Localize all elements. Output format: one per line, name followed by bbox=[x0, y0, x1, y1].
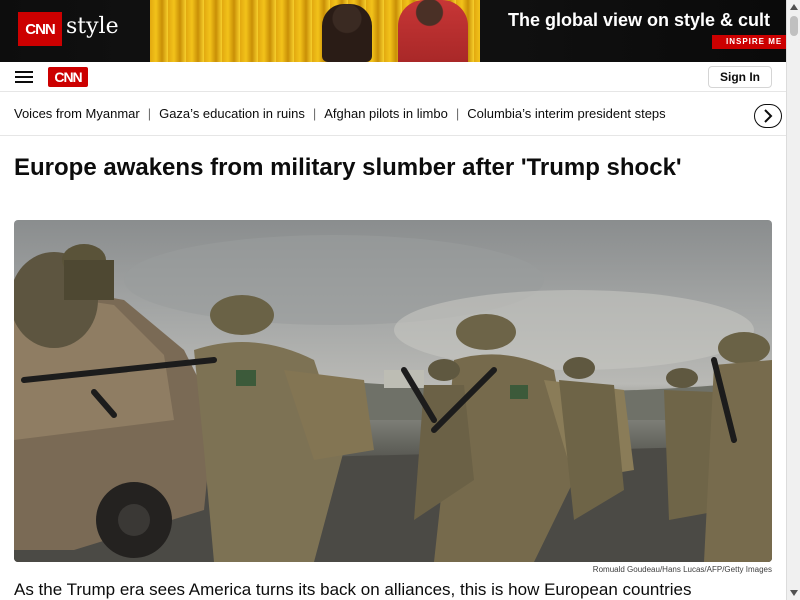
trending-item[interactable]: Afghan pilots in limbo bbox=[324, 106, 448, 121]
chevron-right-icon bbox=[764, 109, 773, 123]
trending-separator: | bbox=[455, 106, 460, 121]
page: CNN style The global view on style & cul… bbox=[0, 0, 800, 600]
article-subhead: As the Trump era sees America turns its … bbox=[14, 580, 692, 599]
trending-separator: | bbox=[312, 106, 317, 121]
trending-item[interactable]: Columbia’s interim president steps bbox=[467, 106, 665, 121]
arrow-down-icon[interactable] bbox=[787, 586, 800, 600]
image-credit: Romuald Goudeau/Hans Lucas/AFP/Getty Ima… bbox=[592, 565, 772, 574]
hamburger-line bbox=[15, 81, 33, 83]
ad-model-image bbox=[322, 4, 372, 62]
site-header: CNN Sign In bbox=[0, 62, 786, 92]
cnn-logo[interactable]: CNN bbox=[48, 67, 88, 87]
soldiers-photo bbox=[14, 235, 772, 562]
ad-banner[interactable]: CNN style The global view on style & cul… bbox=[0, 0, 786, 62]
page-scrollbar[interactable] bbox=[786, 0, 800, 600]
arrow-down-glyph bbox=[790, 590, 798, 596]
trending-item[interactable]: Voices from Myanmar bbox=[14, 106, 140, 121]
ad-style-wordmark: style bbox=[66, 14, 119, 39]
ad-cnn-logo: CNN bbox=[18, 12, 62, 46]
trending-list: Voices from Myanmar | Gaza’s education in … bbox=[14, 106, 744, 121]
hamburger-icon[interactable] bbox=[15, 71, 33, 83]
article-hero-image[interactable] bbox=[14, 220, 772, 562]
trending-fade bbox=[720, 100, 750, 128]
trending-next-button[interactable] bbox=[754, 104, 782, 128]
article-headline: Europe awakens from military slumber aft… bbox=[14, 154, 682, 181]
arrow-up-glyph bbox=[790, 4, 798, 10]
sign-in-button[interactable]: Sign In bbox=[708, 66, 772, 88]
trending-separator: | bbox=[147, 106, 152, 121]
arrow-up-icon[interactable] bbox=[787, 0, 800, 14]
hamburger-line bbox=[15, 71, 33, 73]
scroll-thumb[interactable] bbox=[790, 16, 798, 36]
trending-item[interactable]: Gaza’s education in ruins bbox=[159, 106, 305, 121]
ad-model-image bbox=[398, 0, 468, 62]
ad-headline: The global view on style & cult bbox=[508, 10, 771, 30]
ad-cta-button[interactable]: INSPIRE ME bbox=[712, 35, 786, 49]
trending-bar: Voices from Myanmar | Gaza’s education in … bbox=[0, 92, 786, 136]
hamburger-line bbox=[15, 76, 33, 78]
